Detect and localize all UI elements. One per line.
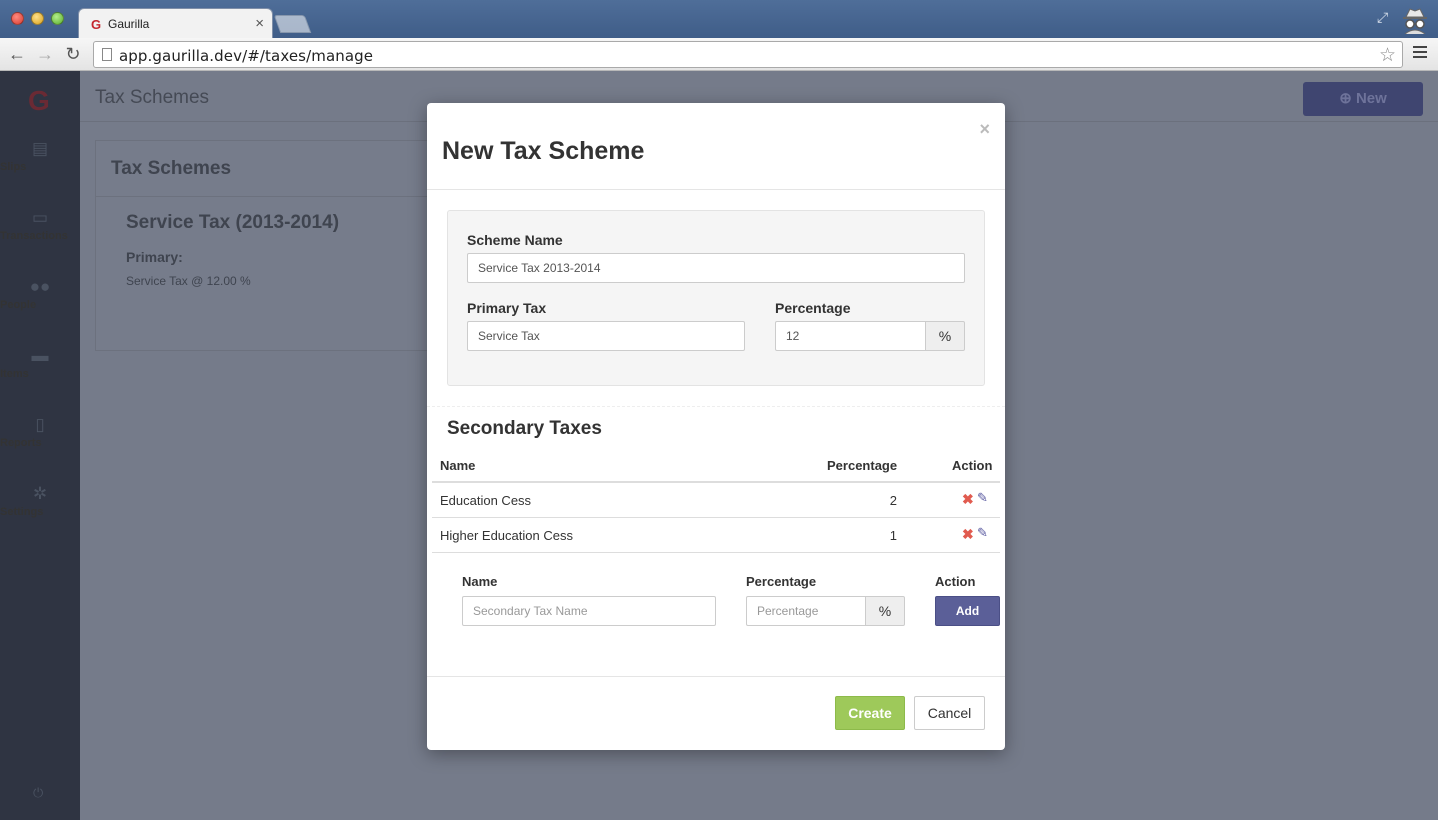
divider bbox=[427, 189, 1005, 190]
scheme-primary-label: Primary: bbox=[126, 249, 183, 265]
gaurilla-logo-icon: G bbox=[91, 17, 102, 32]
browser-menu-icon[interactable] bbox=[1413, 46, 1427, 60]
scheme-name-input[interactable] bbox=[467, 253, 965, 283]
percent-addon: % bbox=[865, 596, 905, 626]
tab-title: Gaurilla bbox=[108, 17, 150, 31]
panel-title: Tax Schemes bbox=[96, 141, 454, 197]
url-text[interactable]: app.gaurilla.dev/#/taxes/manage bbox=[119, 47, 373, 65]
add-button[interactable]: Add bbox=[935, 596, 1000, 626]
divider bbox=[427, 406, 1005, 407]
zoom-window-button[interactable] bbox=[51, 12, 64, 25]
app-logo-icon: G bbox=[28, 85, 50, 116]
add-action-label: Action bbox=[935, 574, 976, 589]
add-percentage-label: Percentage bbox=[746, 574, 817, 589]
fullscreen-icon[interactable]: ⤢ bbox=[1377, 9, 1393, 25]
address-bar[interactable]: app.gaurilla.dev/#/taxes/manage ☆ bbox=[93, 41, 1403, 68]
column-header-percentage: Percentage bbox=[827, 458, 898, 473]
percent-addon: % bbox=[925, 321, 965, 351]
edit-pencil-icon[interactable]: ✎ bbox=[977, 525, 988, 541]
row-name: Education Cess bbox=[440, 493, 532, 508]
sidebar-item-slips[interactable]: ▤ Slips bbox=[0, 139, 80, 173]
forward-arrow-icon[interactable]: → bbox=[34, 43, 56, 65]
document-icon: ▤ bbox=[31, 139, 49, 158]
cancel-button[interactable]: Cancel bbox=[914, 696, 985, 730]
edit-pencil-icon[interactable]: ✎ bbox=[977, 490, 988, 506]
create-button[interactable]: Create bbox=[835, 696, 905, 730]
sidebar-item-items[interactable]: ▬ Items bbox=[0, 346, 80, 380]
close-icon[interactable]: × bbox=[979, 119, 990, 140]
row-percentage: 2 bbox=[889, 493, 897, 508]
add-name-label: Name bbox=[462, 574, 498, 589]
scheme-form-well: Scheme Name Primary Tax Percentage % bbox=[447, 210, 985, 386]
browser-toolbar: ← → ↻ app.gaurilla.dev/#/taxes/manage ☆ bbox=[0, 38, 1438, 71]
tab-close-icon[interactable]: × bbox=[255, 15, 264, 32]
users-icon: ●● bbox=[29, 277, 51, 296]
secondary-taxes-title: Secondary Taxes bbox=[447, 418, 602, 439]
table-row: Education Cess 2 ✖ ✎ bbox=[432, 483, 1000, 518]
delete-icon[interactable]: ✖ bbox=[962, 491, 974, 508]
sidebar-item-settings[interactable]: ✲ Settings bbox=[0, 484, 80, 518]
delete-icon[interactable]: ✖ bbox=[962, 526, 974, 543]
percentage-input[interactable] bbox=[775, 321, 926, 351]
table-header: Name Percentage Action bbox=[432, 453, 1000, 483]
table-row: Higher Education Cess 1 ✖ ✎ bbox=[432, 518, 1000, 553]
close-window-button[interactable] bbox=[11, 12, 24, 25]
page-title: Tax Schemes bbox=[95, 87, 210, 108]
minimize-window-button[interactable] bbox=[31, 12, 44, 25]
new-tax-scheme-modal: × New Tax Scheme Scheme Name Primary Tax… bbox=[427, 103, 1005, 750]
report-icon: ▯ bbox=[35, 415, 45, 434]
new-tab-button[interactable] bbox=[273, 15, 312, 33]
secondary-tax-name-input[interactable] bbox=[462, 596, 716, 626]
scheme-title: Service Tax (2013-2014) bbox=[126, 212, 340, 233]
app-sidebar: G ▤ Slips ▭ Transactions ●● People ▬ Ite… bbox=[0, 71, 80, 820]
reload-icon[interactable]: ↻ bbox=[62, 43, 84, 65]
new-button[interactable]: ⊕ New bbox=[1303, 82, 1423, 116]
secondary-tax-percentage-input[interactable] bbox=[746, 596, 867, 626]
power-icon[interactable]: ⏻ bbox=[33, 785, 43, 801]
incognito-icon bbox=[1403, 8, 1427, 34]
browser-titlebar: G Gaurilla × ⤢ bbox=[0, 0, 1438, 39]
scheme-primary-detail: Service Tax @ 12.00 % bbox=[126, 274, 251, 288]
divider bbox=[427, 676, 1005, 677]
browser-tab[interactable]: G Gaurilla × bbox=[78, 8, 273, 39]
scheme-name-label: Scheme Name bbox=[467, 232, 563, 248]
money-icon: ▭ bbox=[31, 208, 49, 227]
sidebar-item-transactions[interactable]: ▭ Transactions bbox=[0, 208, 80, 242]
modal-title: New Tax Scheme bbox=[442, 137, 645, 165]
gears-icon: ✲ bbox=[32, 484, 48, 503]
sidebar-item-people[interactable]: ●● People bbox=[0, 277, 80, 311]
sidebar-item-reports[interactable]: ▯ Reports bbox=[0, 415, 80, 449]
column-header-action: Action bbox=[952, 458, 993, 473]
primary-tax-input[interactable] bbox=[467, 321, 745, 351]
column-header-name: Name bbox=[440, 458, 476, 473]
tax-schemes-panel: Tax Schemes Service Tax (2013-2014) Prim… bbox=[95, 140, 455, 351]
row-name: Higher Education Cess bbox=[440, 528, 573, 543]
percentage-label: Percentage bbox=[775, 300, 851, 316]
bookmark-star-icon[interactable]: ☆ bbox=[1379, 44, 1396, 67]
primary-tax-label: Primary Tax bbox=[467, 300, 547, 316]
back-arrow-icon[interactable]: ← bbox=[6, 43, 28, 65]
cart-icon: ▬ bbox=[31, 346, 49, 365]
page-icon bbox=[102, 48, 112, 61]
row-percentage: 1 bbox=[889, 528, 897, 543]
